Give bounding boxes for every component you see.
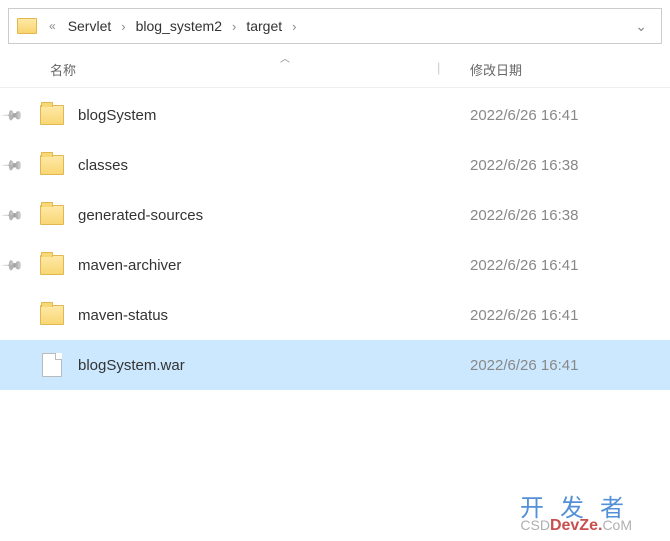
file-list: 📌blogSystem2022/6/26 16:41📌classes2022/6… [0,88,670,390]
watermark-text: 开发者 [520,488,640,523]
folder-icon [40,105,64,125]
file-name: blogSystem [78,107,470,124]
breadcrumb-item[interactable]: blog_system2 [132,16,226,36]
file-row[interactable]: 📌 generated-sources2022/6/26 16:38 [0,190,670,240]
folder-icon [40,205,64,225]
column-headers: ︿ 名称 | 修改日期 [0,52,670,88]
file-date: 2022/6/26 16:38 [470,157,670,174]
chevron-right-icon[interactable]: › [232,19,236,34]
sort-indicator-icon[interactable]: ︿ [280,50,290,65]
folder-icon [40,255,64,275]
file-row[interactable]: blogSystem.war2022/6/26 16:41 [0,340,670,390]
file-row[interactable]: 📌 classes2022/6/26 16:38 [0,140,670,190]
dropdown-icon[interactable]: ⌄ [629,18,653,35]
file-row[interactable]: 📌 maven-archiver2022/6/26 16:41 [0,240,670,290]
address-bar[interactable]: « Servlet › blog_system2 › target › ⌄ [8,8,662,44]
file-date: 2022/6/26 16:41 [470,107,670,124]
pin-icon: 📌 [1,203,25,227]
file-name: generated-sources [78,207,470,224]
file-name: blogSystem.war [78,357,470,374]
file-date: 2022/6/26 16:41 [470,307,670,324]
file-icon [42,353,62,377]
file-row[interactable]: 📌 blogSystem2022/6/26 16:41 [0,90,670,140]
pin-icon: 📌 [1,153,25,177]
pin-icon: 📌 [1,253,25,277]
chevron-right-icon[interactable]: › [292,19,296,34]
folder-icon [17,18,37,34]
column-header-date[interactable]: 修改日期 [470,60,670,79]
column-header-name[interactable]: 名称 [40,60,470,79]
pin-icon: 📌 [1,103,25,127]
breadcrumb: « Servlet › blog_system2 › target › [43,16,629,36]
file-name: maven-archiver [78,257,470,274]
file-name: maven-status [78,307,470,324]
chevron-right-icon[interactable]: › [121,19,125,34]
history-chevrons-icon[interactable]: « [49,19,56,33]
file-name: classes [78,157,470,174]
folder-icon [40,155,64,175]
column-separator[interactable]: | [437,60,440,75]
file-row[interactable]: maven-status2022/6/26 16:41 [0,290,670,340]
file-date: 2022/6/26 16:41 [470,357,670,374]
watermark-text: CSDDevZe.CoM [520,517,632,535]
file-date: 2022/6/26 16:41 [470,257,670,274]
folder-icon [40,305,64,325]
file-date: 2022/6/26 16:38 [470,207,670,224]
breadcrumb-item[interactable]: target [242,16,286,36]
breadcrumb-item[interactable]: Servlet [64,16,116,36]
